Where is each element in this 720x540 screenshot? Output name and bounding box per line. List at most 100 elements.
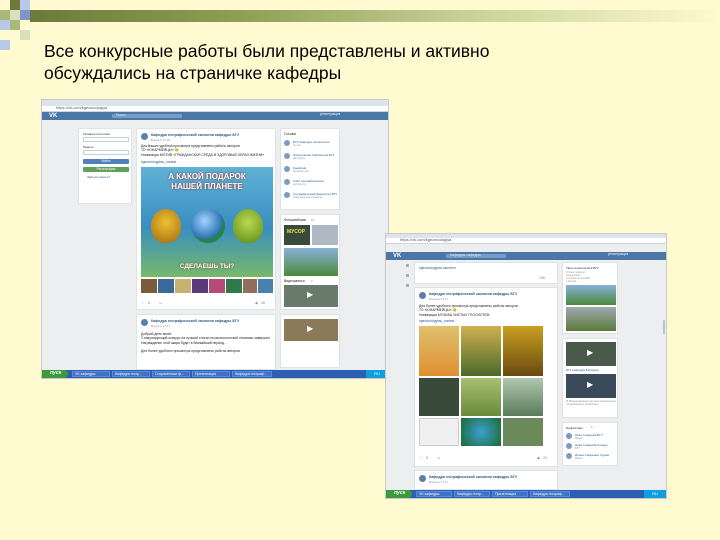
start-button[interactable]: пуск	[42, 370, 68, 378]
likes-count: 6	[148, 301, 150, 305]
news-photo[interactable]	[566, 285, 616, 305]
contest-photo[interactable]	[503, 326, 543, 376]
taskbar-item[interactable]: Кафедра геогр...	[112, 371, 150, 377]
group-avatar[interactable]	[141, 133, 148, 140]
link-avatar[interactable]	[284, 179, 290, 185]
comment-icon[interactable]: ▭	[159, 301, 162, 305]
phone-input[interactable]	[83, 137, 129, 142]
vk-register-link[interactable]: регистрация	[320, 112, 340, 116]
contest-photo[interactable]	[419, 326, 459, 376]
group-avatar[interactable]	[141, 319, 148, 326]
taskbar-item[interactable]: Кафедра географ...	[530, 491, 570, 497]
links-box: Ссылки БГУ Кафедра геоэкологии vk.com Эл…	[280, 128, 340, 210]
photo-thumb[interactable]	[243, 279, 257, 293]
taskbar-item[interactable]: Презентация	[192, 371, 230, 377]
vk-search-input[interactable]: Кафедры кафедры	[446, 253, 506, 258]
views-count: 20	[543, 456, 547, 460]
video-thumb[interactable]: ▶	[566, 374, 616, 398]
menu-icon[interactable]	[406, 274, 409, 277]
post-hashtag[interactable]: #geoecologybsu #контест	[419, 266, 456, 270]
group-avatar[interactable]	[419, 292, 426, 299]
decor-square	[20, 0, 30, 10]
likes-count: 6	[426, 456, 428, 460]
post-author[interactable]: Кафедра географической экологии кафедры …	[429, 475, 517, 479]
vk-logo[interactable]: VK	[393, 253, 401, 259]
scrollbar-thumb[interactable]	[663, 320, 665, 334]
news-title[interactable]: Твоя геоэкология в БГУ	[566, 266, 599, 270]
post-author[interactable]: Кафедра географической экологии кафедры …	[151, 319, 239, 323]
post-image-banner[interactable]: А КАКОЙ ПОДАРОК НАШЕЙ ПЛАНЕТЕ СДЕЛАЕШЬ Т…	[141, 167, 273, 277]
link-sub: geo.bsu.by	[293, 183, 306, 186]
scrollbar[interactable]	[662, 260, 666, 488]
subscribers-count: 8	[591, 426, 593, 429]
videos-title[interactable]: Видеозаписи	[284, 279, 305, 283]
subscriber-name[interactable]: Ника Сладкова Сладко...	[575, 443, 610, 447]
photo-thumb[interactable]	[209, 279, 225, 293]
menu-icon[interactable]	[406, 284, 409, 287]
photo-thumb[interactable]	[192, 279, 208, 293]
photo-thumb[interactable]	[175, 279, 191, 293]
vk-logo[interactable]: VK	[49, 113, 57, 119]
taskbar-item[interactable]: Кафедра геогр...	[454, 491, 490, 497]
link-avatar[interactable]	[284, 192, 290, 198]
photo-thumb[interactable]	[226, 279, 242, 293]
register-button[interactable]: Регистрация	[83, 167, 129, 172]
taskbar-item[interactable]: Презентация	[492, 491, 528, 497]
vk-register-link[interactable]: регистрация	[608, 252, 628, 256]
login-button[interactable]: Войти	[83, 159, 129, 164]
group-avatar[interactable]	[419, 475, 426, 482]
contest-photo[interactable]	[503, 378, 543, 416]
system-tray[interactable]: RU	[366, 370, 388, 378]
subscriber-avatar[interactable]	[566, 433, 572, 439]
taskbar-item[interactable]: VK кафедры	[72, 371, 110, 377]
album-photo[interactable]	[284, 248, 338, 276]
forgot-password-link[interactable]: Забыли пароль?	[87, 175, 110, 179]
albums-title[interactable]: Фотоальбомы	[284, 218, 306, 222]
photo-thumb[interactable]	[158, 279, 174, 293]
post-hashtag[interactable]: #geoecologybsu_contest	[419, 319, 454, 323]
album-cover[interactable]: МУСОР	[284, 225, 310, 245]
post-author[interactable]: Кафедра географической экологии кафедры …	[429, 292, 517, 296]
address-bar[interactable]: https://vk.com/kgeoecologiya	[386, 237, 666, 244]
like-icon[interactable]: ♡	[419, 456, 422, 460]
contest-photo[interactable]	[503, 418, 543, 446]
subscriber-avatar[interactable]	[566, 443, 572, 449]
link-avatar[interactable]	[284, 153, 290, 159]
link-avatar[interactable]	[284, 166, 290, 172]
taskbar-item[interactable]: Кафедра географ...	[232, 371, 272, 377]
post-date[interactable]: Вчера в 17:17	[151, 324, 170, 328]
start-button[interactable]: пуск	[386, 490, 412, 498]
comment-icon[interactable]: ▭	[437, 456, 440, 460]
vk-search-input[interactable]: Поиск	[112, 113, 182, 118]
post-date[interactable]: Вчера в 17:00	[151, 138, 170, 142]
video-thumb[interactable]: ▶	[284, 319, 338, 341]
contest-photo[interactable]	[461, 418, 501, 446]
taskbar-item[interactable]: VK кафедры	[416, 491, 452, 497]
like-icon[interactable]: ♡	[141, 301, 144, 305]
post-date[interactable]: Вчера в 17:17	[429, 480, 448, 484]
news-box: Твоя геоэкология в БГУ 15 мая провели ко…	[562, 262, 618, 334]
video-title[interactable]: БГУ Кафедра Беларусь	[566, 368, 599, 372]
link-avatar[interactable]	[284, 140, 290, 146]
contest-photo[interactable]	[419, 418, 459, 446]
password-input[interactable]	[83, 150, 129, 155]
news-photo[interactable]	[566, 307, 616, 331]
post-hashtag[interactable]: #geoecologybsu_contest	[141, 160, 176, 164]
post-card: Кафедра географической экологии кафедры …	[136, 314, 276, 370]
contest-photo[interactable]	[419, 378, 459, 416]
system-tray[interactable]: RU	[644, 490, 666, 498]
post-date[interactable]: Вчера в 17:17	[429, 297, 448, 301]
contest-photo[interactable]	[461, 326, 501, 376]
subscribers-title[interactable]: Подписчики	[566, 426, 583, 430]
post-author[interactable]: Кафедра географической экологии кафедры …	[151, 133, 239, 137]
photo-thumb[interactable]	[258, 279, 273, 293]
contest-photo[interactable]	[461, 378, 501, 416]
subscriber-avatar[interactable]	[566, 453, 572, 459]
video-thumb[interactable]: ▶	[284, 285, 338, 307]
menu-icon[interactable]	[406, 264, 409, 267]
taskbar-item[interactable]: Сохранённые ф...	[152, 371, 190, 377]
photo-thumb[interactable]	[141, 279, 157, 293]
video-thumb[interactable]: ▶	[566, 342, 616, 366]
album-cover[interactable]	[312, 225, 338, 245]
video-title[interactable]: III Международная научная конференция «С…	[566, 400, 616, 406]
